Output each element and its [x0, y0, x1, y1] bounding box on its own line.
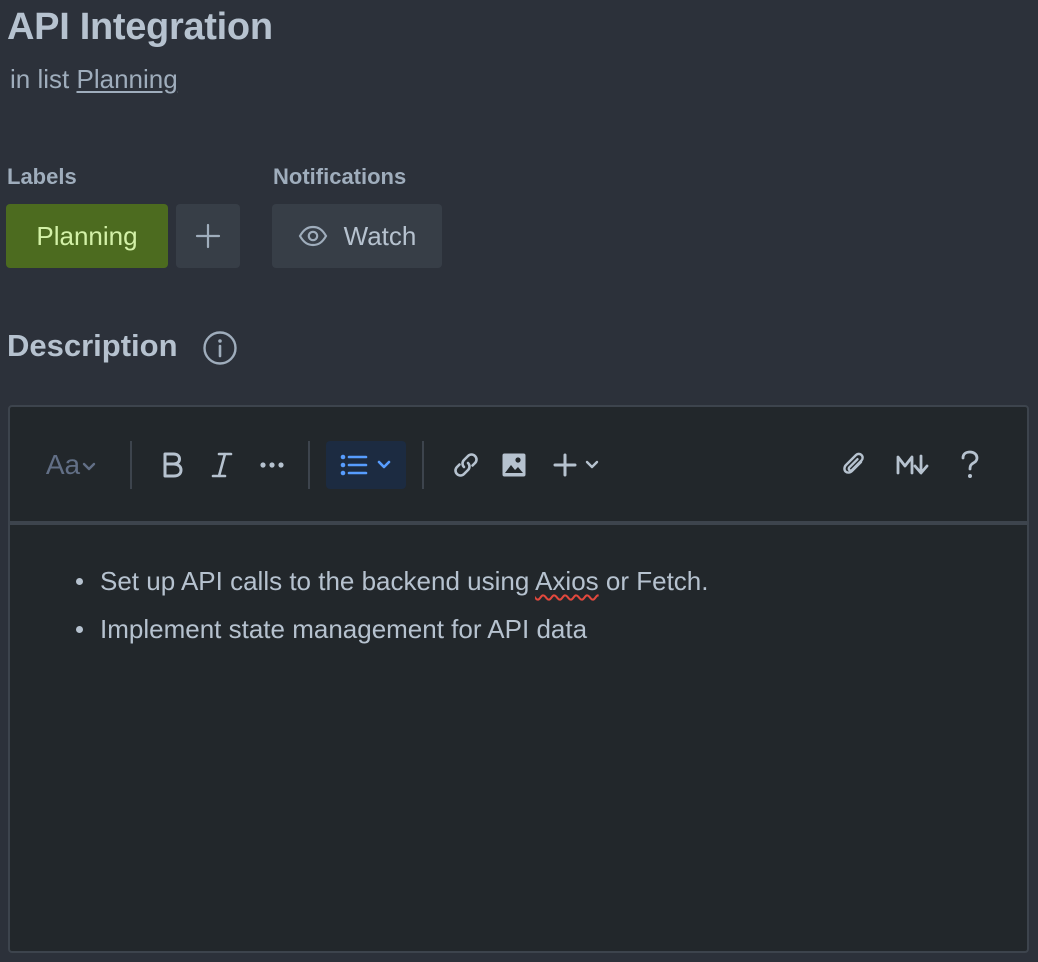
toolbar-divider [308, 441, 310, 489]
link-icon [454, 453, 478, 477]
label-chip-planning[interactable]: Planning [6, 204, 168, 268]
bullet-list-button[interactable] [326, 441, 406, 489]
editor-toolbar: Aa [10, 407, 1027, 525]
list-item: Set up API calls to the backend using Ax… [76, 557, 1027, 605]
image-button[interactable] [492, 441, 536, 489]
text-style-label: Aa [45, 449, 81, 480]
chevron-down-icon [585, 460, 599, 469]
markdown-icon [896, 454, 929, 475]
chevron-down-icon [82, 462, 96, 471]
notifications-heading: Notifications [273, 164, 407, 189]
italic-icon [211, 452, 233, 478]
markdown-button[interactable] [888, 441, 936, 489]
link-button[interactable] [444, 441, 488, 489]
list-item-text: Implement state management for API data [100, 614, 588, 644]
add-label-button[interactable] [176, 204, 240, 268]
list-item-text-before: Set up API calls to the backend using [100, 566, 536, 596]
more-formatting-icon [260, 462, 284, 468]
description-heading: Description [7, 328, 178, 363]
help-icon [961, 450, 979, 478]
label-chip-text: Planning [36, 220, 138, 251]
list-breadcrumb: in list Planning [10, 64, 178, 95]
insert-plus-icon [553, 453, 577, 477]
bold-button[interactable] [152, 441, 192, 489]
text-style-button[interactable]: Aa [40, 441, 102, 489]
list-prefix: in list [10, 64, 70, 94]
editor-content[interactable]: Set up API calls to the backend using Ax… [10, 557, 1027, 653]
bullet-list-icon [340, 454, 368, 476]
bold-icon [163, 452, 183, 478]
insert-button[interactable] [544, 441, 608, 489]
toolbar-divider [422, 441, 424, 489]
list-link[interactable]: Planning [76, 64, 177, 94]
image-icon [502, 453, 526, 477]
misspelled-word[interactable]: Axios [535, 566, 599, 596]
plus-icon [195, 223, 221, 249]
card-detail: API Integration in list Planning Labels … [0, 0, 1038, 962]
watch-button[interactable]: Watch [272, 204, 442, 268]
card-title[interactable]: API Integration [7, 6, 273, 49]
description-editor[interactable]: Aa Set up API calls to the backend using… [8, 405, 1029, 953]
eye-icon [298, 225, 327, 247]
attachment-button[interactable] [832, 441, 876, 489]
chevron-down-icon [377, 460, 391, 469]
more-formatting-button[interactable] [250, 441, 294, 489]
bullet-list: Set up API calls to the backend using Ax… [10, 557, 1027, 653]
labels-heading: Labels [7, 164, 77, 189]
attachment-icon [843, 452, 864, 474]
list-item: Implement state management for API data [76, 605, 1027, 653]
italic-button[interactable] [202, 441, 242, 489]
watch-label: Watch [343, 220, 417, 251]
toolbar-divider [130, 441, 132, 489]
help-button[interactable] [950, 441, 990, 489]
info-icon[interactable] [202, 330, 238, 366]
list-item-text-after: or Fetch. [598, 566, 709, 596]
